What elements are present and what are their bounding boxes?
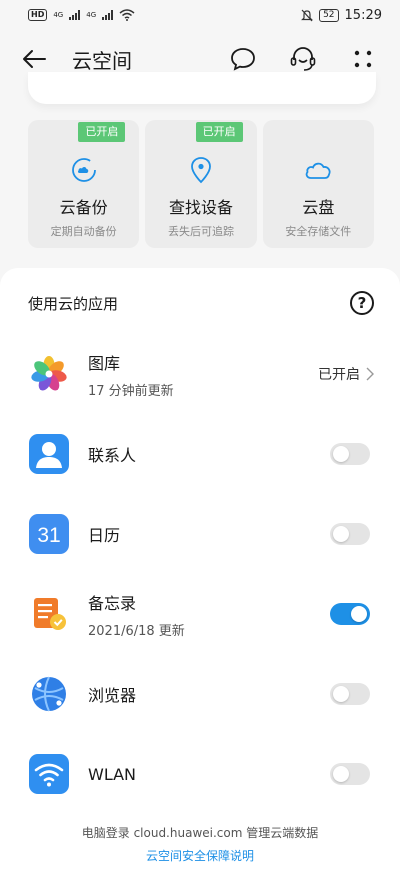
calendar-icon: 31 bbox=[28, 513, 70, 555]
app-row-browser[interactable]: 浏览器 bbox=[28, 654, 374, 734]
status-bar: HD 4G 4G 52 15:29 bbox=[0, 0, 400, 30]
signal-icon-2 bbox=[102, 10, 114, 20]
more-icon bbox=[354, 50, 372, 68]
hd-badge: HD bbox=[28, 9, 48, 21]
app-row-notes[interactable]: 备忘录 2021/6/18 更新 bbox=[28, 574, 374, 654]
app-name: WLAN bbox=[88, 764, 137, 784]
notes-icon bbox=[28, 593, 70, 635]
app-row-contacts[interactable]: 联系人 bbox=[28, 414, 374, 494]
footer-info: 电脑登录 cloud.huawei.com 管理云端数据 bbox=[81, 826, 319, 840]
tile-title: 云备份 bbox=[59, 198, 108, 217]
storage-card-partial[interactable] bbox=[28, 72, 376, 104]
app-name: 日历 bbox=[88, 526, 121, 545]
network-type-1: 4G bbox=[53, 11, 64, 19]
customer-service-button[interactable] bbox=[288, 44, 318, 74]
tile-title: 查找设备 bbox=[168, 198, 233, 217]
cloud-apps-section: 使用云的应用 ? 图库 17 分钟前更新 已开启 联系人 31 日历 备忘录 2… bbox=[0, 268, 400, 888]
messages-button[interactable] bbox=[228, 44, 258, 74]
app-name: 图库 bbox=[88, 353, 121, 373]
help-icon[interactable]: ? bbox=[350, 291, 374, 315]
tile-find-device[interactable]: 已开启 查找设备 丢失后可追踪 bbox=[145, 120, 257, 248]
browser-icon bbox=[28, 673, 70, 715]
wlan-icon bbox=[28, 753, 70, 795]
app-row-calendar[interactable]: 31 日历 bbox=[28, 494, 374, 574]
browser-sync-toggle[interactable] bbox=[330, 683, 370, 705]
gallery-status-link[interactable]: 已开启 bbox=[318, 364, 374, 384]
enabled-badge: 已开启 bbox=[78, 122, 126, 142]
back-arrow-icon bbox=[23, 50, 46, 68]
security-info-link[interactable]: 云空间安全保障说明 bbox=[146, 847, 254, 864]
calendar-sync-toggle[interactable] bbox=[330, 523, 370, 545]
tile-subtitle: 丢失后可追踪 bbox=[167, 225, 234, 238]
app-subtitle: 17 分钟前更新 bbox=[88, 383, 174, 399]
header-actions bbox=[228, 44, 378, 74]
tile-cloud-backup[interactable]: 已开启 云备份 定期自动备份 bbox=[28, 120, 140, 248]
page-title: 云空间 bbox=[72, 48, 132, 73]
clock: 15:29 bbox=[344, 7, 382, 23]
app-name: 联系人 bbox=[88, 446, 137, 465]
more-button[interactable] bbox=[348, 44, 378, 74]
status-left: HD 4G 4G bbox=[28, 9, 135, 21]
calendar-icon-day: 31 bbox=[37, 524, 60, 547]
customer-service-icon bbox=[290, 47, 316, 71]
feature-tiles: 已开启 云备份 定期自动备份 已开启 查找设备 丢失后可追踪 云盘 安全存储文件 bbox=[28, 120, 374, 248]
footer: 电脑登录 cloud.huawei.com 管理云端数据 云空间安全保障说明 bbox=[0, 824, 400, 864]
chevron-right-icon bbox=[366, 367, 374, 381]
location-pin-icon bbox=[186, 156, 216, 184]
battery-indicator: 52 bbox=[319, 8, 339, 22]
wlan-sync-toggle[interactable] bbox=[330, 763, 370, 785]
notes-sync-toggle[interactable] bbox=[330, 603, 370, 625]
network-type-2: 4G bbox=[86, 11, 97, 19]
chat-bubble-icon bbox=[231, 48, 255, 71]
enabled-badge: 已开启 bbox=[195, 122, 243, 142]
gallery-icon bbox=[28, 353, 70, 395]
contacts-icon bbox=[28, 433, 70, 475]
signal-icon bbox=[69, 10, 81, 20]
app-status-text: 已开启 bbox=[318, 367, 360, 383]
section-title: 使用云的应用 bbox=[28, 294, 119, 313]
tile-title: 云盘 bbox=[302, 198, 335, 217]
cloud-backup-icon bbox=[69, 156, 99, 184]
tile-cloud-drive[interactable]: 云盘 安全存储文件 bbox=[262, 120, 374, 248]
contacts-sync-toggle[interactable] bbox=[330, 443, 370, 465]
mute-bell-icon bbox=[301, 9, 314, 21]
app-row-wlan[interactable]: WLAN bbox=[28, 734, 374, 814]
wifi-status-icon bbox=[119, 9, 135, 21]
section-header: 使用云的应用 ? bbox=[28, 288, 374, 318]
tile-subtitle: 安全存储文件 bbox=[285, 225, 352, 238]
status-right: 52 15:29 bbox=[301, 8, 382, 23]
tile-subtitle: 定期自动备份 bbox=[50, 225, 117, 238]
app-name: 浏览器 bbox=[88, 686, 137, 705]
app-subtitle: 2021/6/18 更新 bbox=[88, 623, 185, 639]
cloud-icon bbox=[303, 156, 333, 184]
app-list: 图库 17 分钟前更新 已开启 联系人 31 日历 备忘录 2021/6/18 … bbox=[28, 334, 374, 814]
app-name: 备忘录 bbox=[88, 593, 137, 613]
app-row-gallery[interactable]: 图库 17 分钟前更新 已开启 bbox=[28, 334, 374, 414]
